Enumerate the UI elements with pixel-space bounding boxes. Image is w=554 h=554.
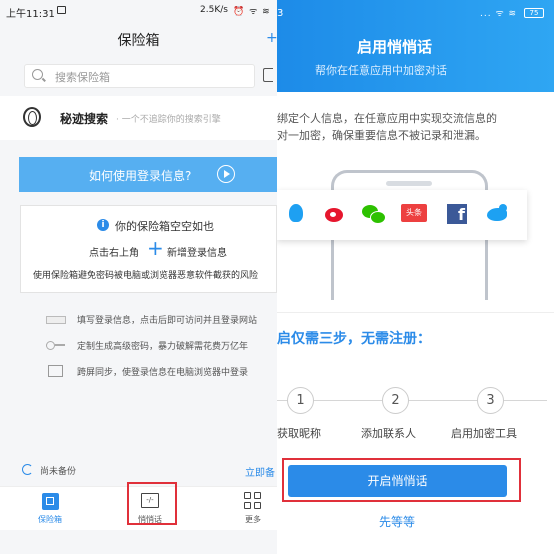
wechat-icon <box>361 202 386 226</box>
search-input[interactable]: 搜索保险箱 <box>24 64 255 88</box>
mijiso-logo-icon <box>23 107 41 127</box>
steps-title: 启仅需三步，无需注册： <box>277 331 431 347</box>
later-link[interactable]: 先等等 <box>277 513 517 530</box>
highlight-box <box>127 482 177 525</box>
whisper-screen: 3 ... ᯤ ≋ 75 启用悄悄话 帮你在任意应用中加密对话 绑定个人信息，在… <box>277 0 554 554</box>
tab-more[interactable]: 更多 <box>223 487 277 531</box>
empty-hint-left: 点击右上角 <box>89 248 139 259</box>
page-title: 启用悄悄话 <box>357 38 433 56</box>
highlight-box <box>282 458 521 502</box>
network-speed: 2.5K/s <box>200 5 228 15</box>
battery-icon: 75 <box>524 8 544 18</box>
divider <box>277 312 554 313</box>
feature-item: 跨屏同步，使登录信息在电脑浏览器中登录 <box>0 362 277 382</box>
status-time: 3 <box>277 8 284 19</box>
info-icon: i <box>97 219 109 231</box>
feature-label: 定制生成高级密码，暴力破解需花费万亿年 <box>77 342 249 352</box>
twitter-icon <box>485 202 509 226</box>
nav-bar: 保险箱 + <box>0 24 278 54</box>
description-line: 绑定个人信息，在任意应用中实现交流信息的 <box>277 112 497 125</box>
signal-icons: ⏰ ᯤ ≋ <box>233 7 271 17</box>
feature-item: 定制生成高级密码，暴力破解需花费万亿年 <box>0 336 277 356</box>
feature-item: 填写登录信息，点击后即可访问并且登录网站 <box>0 310 277 330</box>
step-number: 3 <box>477 387 504 414</box>
page-title: 保险箱 <box>117 33 160 49</box>
page-subtitle: 帮你在任意应用中加密对话 <box>315 64 447 77</box>
mijiso-slogan: · 一个不追踪你的搜索引擎 <box>116 115 221 125</box>
step-number: 2 <box>382 387 409 414</box>
add-button[interactable]: + <box>266 30 277 46</box>
grid-icon <box>244 492 262 510</box>
key-icon <box>46 341 65 350</box>
step-label: 启用加密工具 <box>451 427 517 440</box>
how-to-use-button[interactable]: 如何使用登录信息? <box>19 157 277 192</box>
how-to-use-label: 如何使用登录信息? <box>89 169 192 183</box>
backup-now-link[interactable]: 立即备 <box>245 464 275 479</box>
safe-icon <box>42 493 59 510</box>
feature-label: 跨屏同步，使登录信息在电脑浏览器中登录 <box>77 368 249 378</box>
search-icon <box>32 69 43 80</box>
tab-label: 更多 <box>245 515 261 524</box>
step-label: 添加联系人 <box>361 427 416 440</box>
facebook-icon: f <box>447 204 467 224</box>
play-icon <box>217 165 235 183</box>
sync-icon <box>22 464 33 475</box>
empty-title: 你的保险箱空空如也 <box>115 220 214 233</box>
step-number: 1 <box>287 387 314 414</box>
plus-icon: + <box>147 236 164 260</box>
signal-icons: ... ᯤ ≋ <box>480 9 518 19</box>
qq-icon <box>285 202 309 226</box>
search-placeholder: 搜索保险箱 <box>55 71 110 84</box>
status-time: 上午11:31 <box>6 9 55 20</box>
steps-line <box>277 400 547 401</box>
description: 绑定个人信息，在任意应用中实现交流信息的 对一加密，确保重要信息不被记录和泄漏。 <box>277 110 554 144</box>
step-label: 获取昵称 <box>277 427 321 440</box>
card-icon <box>46 316 66 324</box>
tab-vault[interactable]: 保险箱 <box>20 487 80 531</box>
feature-label: 填写登录信息，点击后即可访问并且登录网站 <box>77 316 258 326</box>
toutiao-icon: 头条 <box>401 204 427 222</box>
vault-screen: 上午11:31 2.5K/s ⏰ ᯤ ≋ 保险箱 + 搜索保险箱 秘迹搜索 · … <box>0 0 277 554</box>
empty-note: 使用保险箱避免密码被电脑或浏览器恶意软件截获的风险 <box>33 271 259 281</box>
header: 3 ... ᯤ ≋ 75 启用悄悄话 帮你在任意应用中加密对话 <box>277 0 554 92</box>
scan-icon[interactable] <box>263 68 273 82</box>
weibo-icon <box>323 202 347 226</box>
empty-hint-right: 新增登录信息 <box>167 248 227 259</box>
sync-screen-icon <box>48 365 63 377</box>
mijiso-banner[interactable]: 秘迹搜索 · 一个不追踪你的搜索引擎 <box>0 96 277 140</box>
tab-label: 保险箱 <box>38 515 62 524</box>
notification-icon <box>57 6 66 14</box>
app-strip: 头条 f <box>277 190 527 240</box>
empty-vault-card: i 你的保险箱空空如也 点击右上角 + 新增登录信息 使用保险箱避免密码被电脑或… <box>20 205 277 293</box>
status-bar: 上午11:31 2.5K/s ⏰ ᯤ ≋ <box>0 0 277 24</box>
backup-status: 尚未备份 <box>40 467 77 477</box>
mijiso-name: 秘迹搜索 <box>60 112 109 126</box>
description-line: 对一加密，确保重要信息不被记录和泄漏。 <box>277 129 486 142</box>
backup-row: 尚未备份 立即备 <box>0 458 277 482</box>
